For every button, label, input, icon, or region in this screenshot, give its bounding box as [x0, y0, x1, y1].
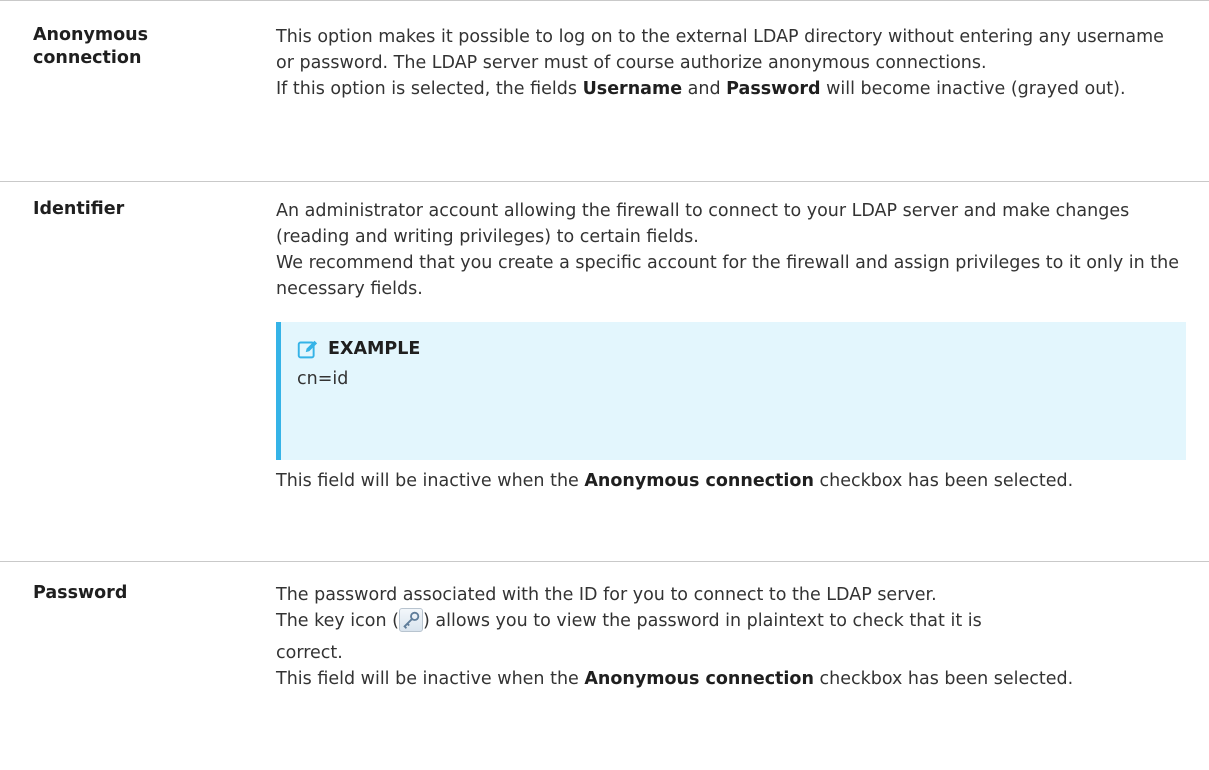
- field-anonymous-connection: Anonymous connection: [584, 471, 814, 491]
- desc-text: This field will be inactive when the: [276, 669, 579, 689]
- desc-text: This field will be inactive when the: [276, 471, 579, 491]
- desc-password: The password associated with the ID for …: [276, 582, 1181, 692]
- desc-paragraph: We recommend that you create a specific …: [276, 253, 1180, 299]
- desc-paragraph: This field will be inactive when the Ano…: [276, 468, 1181, 494]
- term-line: Anonymous: [33, 25, 149, 45]
- field-password: Password: [726, 79, 821, 99]
- term-line: Identifier: [33, 199, 125, 219]
- desc-paragraph: This option makes it possible to log on …: [276, 27, 1164, 73]
- desc-paragraph: An administrator account allowing the fi…: [276, 201, 1130, 247]
- desc-paragraph: The key icon ( ) allows you to view the p…: [276, 608, 1181, 634]
- term-line: connection: [33, 48, 142, 68]
- desc-text: checkbox has been selected.: [819, 669, 1074, 689]
- row-identifier: Identifier An administrator account allo…: [0, 181, 1209, 561]
- example-header: EXAMPLE: [297, 336, 1186, 362]
- key-icon: [398, 608, 423, 632]
- desc-anonymous-connection: This option makes it possible to log on …: [276, 24, 1181, 102]
- desc-paragraph: correct.: [276, 643, 343, 663]
- pencil-icon: [297, 340, 318, 358]
- desc-paragraph: This field will be inactive when the Ano…: [276, 666, 1181, 692]
- example-text: cn=id: [297, 369, 349, 389]
- desc-paragraph: If this option is selected, the fields U…: [276, 76, 1181, 102]
- definition-table: Anonymous connection This option makes i…: [0, 0, 1209, 770]
- desc-paragraph: The password associated with the ID for …: [276, 585, 937, 605]
- desc-text: The key icon (: [276, 611, 399, 631]
- field-anonymous-connection: Anonymous connection: [584, 669, 814, 689]
- row-anonymous-connection: Anonymous connection This option makes i…: [0, 0, 1209, 181]
- desc-text: and: [687, 79, 721, 99]
- desc-text: ) allows you to view the password in pla…: [422, 611, 982, 631]
- example-callout: EXAMPLE cn=id: [276, 322, 1186, 460]
- desc-text: checkbox has been selected.: [819, 471, 1074, 491]
- row-password: Password The password associated with th…: [0, 561, 1209, 770]
- term-identifier: Identifier: [33, 198, 124, 221]
- term-password: Password: [33, 582, 127, 605]
- desc-identifier: An administrator account allowing the fi…: [276, 198, 1186, 494]
- term-anonymous-connection: Anonymous connection: [33, 24, 148, 70]
- field-username: Username: [582, 79, 683, 99]
- example-label: EXAMPLE: [328, 339, 421, 359]
- term-line: Password: [33, 583, 128, 603]
- desc-text: If this option is selected, the fields: [276, 79, 577, 99]
- desc-text: will become inactive (grayed out).: [826, 79, 1126, 99]
